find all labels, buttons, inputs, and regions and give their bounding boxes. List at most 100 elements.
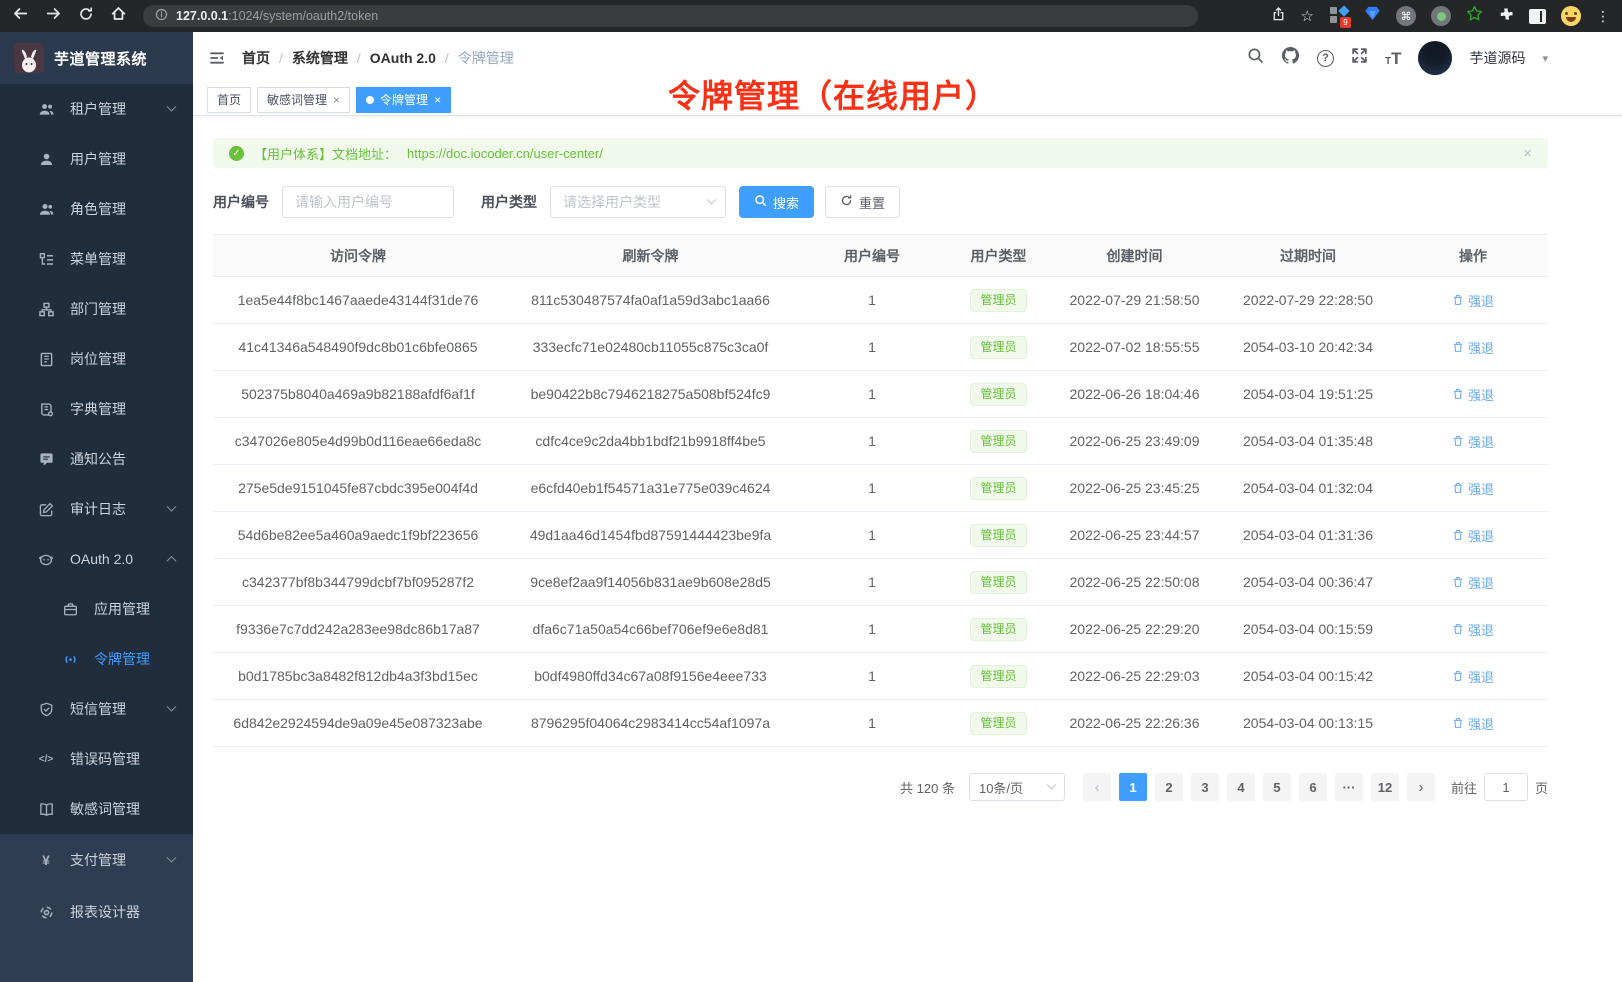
breadcrumb-home[interactable]: 首页 [242, 48, 270, 68]
expires-cell: 2054-03-04 01:32:04 [1218, 465, 1398, 512]
bookmark-star-icon[interactable]: ☆ [1301, 7, 1314, 25]
sidebar-item-audit-log[interactable]: 审计日志 [0, 484, 193, 534]
created-cell: 2022-07-02 18:55:55 [1051, 324, 1218, 371]
page-button-6[interactable]: 6 [1299, 773, 1327, 801]
force-logout-button[interactable]: 强退 [1452, 573, 1494, 592]
home-icon[interactable] [110, 5, 127, 27]
fullscreen-icon[interactable] [1351, 47, 1368, 69]
sidebar-item-oauth-app[interactable]: 应用管理 [0, 584, 193, 634]
breadcrumb-oauth2[interactable]: OAuth 2.0 [370, 50, 436, 66]
sidebar-item-dict[interactable]: 字典管理 [0, 384, 193, 434]
page-button-12[interactable]: 12 [1371, 773, 1399, 801]
collapse-sidebar-icon[interactable] [208, 50, 226, 66]
table-row: 275e5de9151045fe87cbdc395e004f4d e6cfd40… [213, 465, 1548, 512]
puzzle-extensions-icon[interactable] [1498, 6, 1514, 27]
user-id-label: 用户编号 [213, 192, 269, 212]
alert-close-icon[interactable]: × [1523, 145, 1532, 162]
sidebar-item-user[interactable]: 用户管理 [0, 134, 193, 184]
extension-grid-icon[interactable]: 9 [1329, 6, 1349, 26]
sidebar-item-notice[interactable]: 通知公告 [0, 434, 193, 484]
breadcrumb-current: 令牌管理 [458, 48, 514, 68]
prev-page-button[interactable]: ‹ [1083, 773, 1111, 801]
next-page-button[interactable]: › [1407, 773, 1435, 801]
pages-ellipsis-button[interactable]: ··· [1335, 773, 1363, 801]
sidebar-item-menu[interactable]: 菜单管理 [0, 234, 193, 284]
user-id-cell: 1 [798, 465, 946, 512]
sidebar-item-sms[interactable]: 短信管理 [0, 684, 193, 734]
user-name[interactable]: 芋道源码 [1469, 48, 1525, 68]
chevron-down-icon [167, 501, 177, 511]
doc-link[interactable]: https://doc.iocoder.cn/user-center/ [407, 146, 603, 161]
chevron-down-icon [707, 194, 717, 204]
caret-down-icon[interactable]: ▾ [1542, 52, 1548, 65]
breadcrumb-system[interactable]: 系统管理 [292, 48, 348, 68]
address-bar[interactable]: 127.0.0.1:1024/system/oauth2/token [143, 5, 1198, 27]
site-info-icon[interactable] [155, 8, 168, 24]
refresh-token-cell: e6cfd40eb1f54571a31e775e039c4624 [503, 465, 798, 512]
back-icon[interactable] [12, 5, 29, 27]
sidebar-item-errcode[interactable]: </> 错误码管理 [0, 734, 193, 784]
force-logout-button[interactable]: 强退 [1452, 667, 1494, 686]
page-size-select[interactable]: 10条/页 [969, 773, 1065, 801]
share-icon[interactable] [1271, 6, 1286, 27]
reset-button[interactable]: 重置 [825, 186, 900, 218]
question-glyph: ? [1322, 52, 1329, 64]
command-extension-icon[interactable]: ⌘ [1396, 6, 1416, 26]
reload-icon[interactable] [78, 6, 94, 27]
browser-menu-icon[interactable]: ⋮ [1596, 8, 1610, 25]
close-icon[interactable]: × [333, 93, 340, 107]
tab-home[interactable]: 首页 [207, 87, 251, 113]
sidebar-item-dept[interactable]: 部门管理 [0, 284, 193, 334]
gem-extension-icon[interactable] [1364, 6, 1381, 26]
force-logout-button[interactable]: 强退 [1452, 338, 1494, 357]
page-button-4[interactable]: 4 [1227, 773, 1255, 801]
page-button-3[interactable]: 3 [1191, 773, 1219, 801]
force-logout-button[interactable]: 强退 [1452, 620, 1494, 639]
force-logout-button[interactable]: 强退 [1452, 526, 1494, 545]
refresh-token-cell: b0df4980ffd34c67a08f9156e4eee733 [503, 653, 798, 700]
sidebar-item-token[interactable]: 令牌管理 [0, 634, 193, 684]
chevron-up-icon [167, 555, 177, 565]
github-icon[interactable] [1281, 46, 1300, 70]
search-button[interactable]: 搜索 [739, 186, 814, 218]
search-icon[interactable] [1247, 47, 1264, 69]
user-id-cell: 1 [798, 277, 946, 324]
sidebar-item-report-designer[interactable]: 报表设计器 [0, 886, 193, 938]
close-icon[interactable]: × [434, 93, 441, 107]
sidebar-item-sensitive-word[interactable]: 敏感词管理 [0, 784, 193, 834]
sidebar-item-pay[interactable]: ¥ 支付管理 [0, 834, 193, 886]
trash-icon [1452, 623, 1464, 635]
emoji-profile-icon[interactable] [1561, 6, 1581, 26]
font-size-icon[interactable]: TT [1385, 50, 1402, 67]
chevron-down-icon [1047, 779, 1057, 789]
avatar[interactable] [1418, 41, 1452, 75]
sidebar-item-post[interactable]: 岗位管理 [0, 334, 193, 384]
help-icon[interactable]: ? [1317, 50, 1334, 67]
user-id-input[interactable] [282, 186, 454, 218]
side-panel-icon[interactable] [1529, 9, 1546, 24]
sidebar-item-label: 令牌管理 [94, 649, 150, 669]
force-logout-button[interactable]: 强退 [1452, 714, 1494, 733]
alert-text: 【用户体系】文档地址： [254, 144, 397, 163]
green-star-extension-icon[interactable] [1466, 5, 1483, 27]
force-logout-button[interactable]: 强退 [1452, 291, 1494, 310]
page-button-5[interactable]: 5 [1263, 773, 1291, 801]
tab-sensitive-word[interactable]: 敏感词管理 × [257, 87, 350, 113]
message-icon [38, 452, 54, 467]
main-area: 首页 / 系统管理 / OAuth 2.0 / 令牌管理 ? TT 芋道源码 ▾ [193, 32, 1622, 982]
force-logout-button[interactable]: 强退 [1452, 432, 1494, 451]
sidebar-item-oauth2[interactable]: OAuth 2.0 [0, 534, 193, 584]
force-logout-button[interactable]: 强退 [1452, 479, 1494, 498]
sidebar-item-tenant[interactable]: 租户管理 [0, 84, 193, 134]
book-icon [38, 402, 54, 417]
record-extension-icon[interactable] [1431, 6, 1451, 26]
user-type-select[interactable]: 请选择用户类型 [550, 186, 726, 218]
tab-token[interactable]: 令牌管理 × [356, 87, 451, 113]
forward-icon[interactable] [45, 5, 62, 27]
sidebar-item-role[interactable]: 角色管理 [0, 184, 193, 234]
goto-page-input[interactable] [1484, 773, 1528, 801]
page-button-1[interactable]: 1 [1119, 773, 1147, 801]
page-button-2[interactable]: 2 [1155, 773, 1183, 801]
force-logout-button[interactable]: 强退 [1452, 385, 1494, 404]
app-logo-bar[interactable]: 芋道管理系统 [0, 32, 193, 84]
